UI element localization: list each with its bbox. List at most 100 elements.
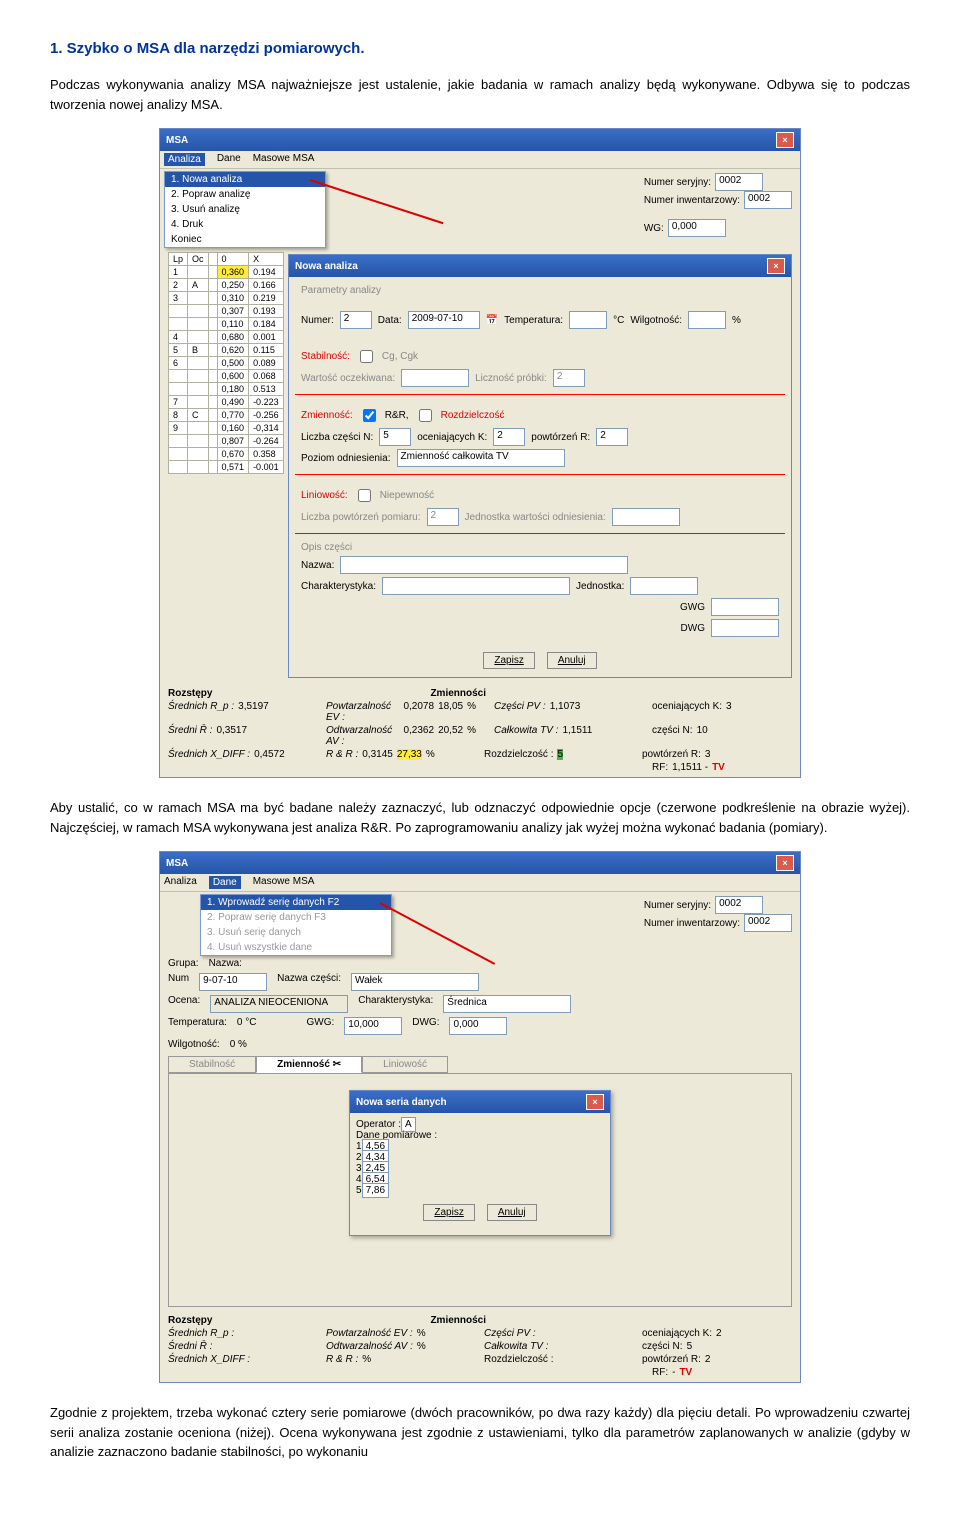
val-numdate: 9-07-10 <box>199 973 267 991</box>
label-jed: Jednostka: <box>576 581 624 592</box>
input-licz[interactable]: 2 <box>553 369 585 387</box>
input-numer[interactable]: 2 <box>340 311 372 329</box>
cb-lin[interactable] <box>358 489 371 502</box>
label-lcz: Liczba części N: <box>301 432 373 443</box>
tab-lin[interactable]: Liniowość <box>362 1056 448 1073</box>
val-numser: 0002 <box>715 173 763 191</box>
nowa-analiza-dialog: Nowa analiza × Parametry analizy Numer: 2… <box>288 254 792 678</box>
zapisz-button[interactable]: Zapisz <box>423 1204 474 1221</box>
label-nazwa: Nazwa: <box>209 958 242 969</box>
label-numser: Numer seryjny: <box>644 900 711 911</box>
label-gwg: GWG: <box>306 1017 334 1035</box>
tab-zm[interactable]: Zmienność ✂ <box>256 1056 362 1073</box>
input-naz[interactable] <box>340 556 628 574</box>
close-icon[interactable]: × <box>776 855 794 871</box>
menu-nowa-analiza[interactable]: 1. Nowa analiza <box>165 172 325 187</box>
label-dwg: DWG <box>681 623 705 634</box>
zapisz-button[interactable]: Zapisz <box>483 652 534 669</box>
label-numer: Numer: <box>301 315 334 326</box>
menu-dane[interactable]: Dane <box>217 153 241 166</box>
label-grupa: Grupa: <box>168 958 199 969</box>
val-ocena: ANALIZA NIEOCENIONA <box>210 995 348 1013</box>
label-jw: Jednostka wartości odniesienia: <box>465 512 606 523</box>
scissors-icon: ✂ <box>333 1059 341 1070</box>
input-poz[interactable]: Zmienność całkowita TV <box>397 449 565 467</box>
label-temp: Temperatura: <box>168 1017 227 1035</box>
label-wg: WG: <box>644 223 664 234</box>
menu-wprowadz[interactable]: 1. Wprowadź serię danych F2 <box>201 895 391 910</box>
heading: 1. Szybko o MSA dla narzędzi pomiarowych… <box>50 40 910 57</box>
input-jed[interactable] <box>630 577 698 595</box>
input-lcz[interactable]: 5 <box>379 428 411 446</box>
menu-masowe[interactable]: Masowe MSA <box>253 876 315 889</box>
input-wilg[interactable] <box>688 311 726 329</box>
anuluj-button[interactable]: Anuluj <box>487 1204 537 1221</box>
menu-usun[interactable]: 3. Usuń analizę <box>165 202 325 217</box>
menu-analiza[interactable]: Analiza <box>164 876 197 889</box>
menu-usun-ws[interactable]: 4. Usuń wszystkie dane <box>201 940 391 955</box>
val-numser: 0002 <box>715 896 763 914</box>
titlebar: MSA × <box>160 129 800 151</box>
para1: Podczas wykonywania analizy MSA najważni… <box>50 75 910 114</box>
val-wilg: 0 % <box>230 1039 247 1050</box>
input-temp[interactable] <box>569 311 607 329</box>
label-numinw: Numer inwentarzowy: <box>644 918 740 929</box>
label-char: Charakterystyka: <box>358 995 433 1013</box>
input-lp[interactable]: 2 <box>427 508 459 526</box>
tab-stab[interactable]: Stabilność <box>168 1056 256 1073</box>
close-icon[interactable]: × <box>776 132 794 148</box>
menu-popraw-serie[interactable]: 2. Popraw serię danych F3 <box>201 910 391 925</box>
nowa-seria-dialog: Nowa seria danych × Operator :A Dane pom… <box>349 1090 611 1236</box>
label-naz: Nazwa: <box>301 560 334 571</box>
calendar-icon[interactable]: 📅 <box>486 315 498 326</box>
cb-rr[interactable] <box>363 409 376 422</box>
close-icon[interactable]: × <box>586 1094 604 1110</box>
window-title: MSA <box>166 858 188 869</box>
label-lp: Liczba powtórzeń pomiaru: <box>301 512 421 523</box>
para3: Zgodnie z projektem, trzeba wykonać czte… <box>50 1403 910 1462</box>
menu-analiza[interactable]: Analiza <box>164 153 205 166</box>
input-ock[interactable]: 2 <box>493 428 525 446</box>
msa-window-2: MSA × Analiza Dane Masowe MSA 1. Wprowad… <box>159 851 801 1383</box>
label-char: Charakterystyka: <box>301 581 376 592</box>
menu-popraw[interactable]: 2. Popraw analizę <box>165 187 325 202</box>
anuluj-button[interactable]: Anuluj <box>547 652 597 669</box>
label-temp: Temperatura: <box>504 315 563 326</box>
label-nazcz: Nazwa części: <box>277 973 341 991</box>
menu-druk[interactable]: 4. Druk <box>165 217 325 232</box>
summary-2: RozstępyZmienności Średnich R_p : Powtar… <box>168 1315 792 1378</box>
menu-dane[interactable]: Dane <box>209 876 241 889</box>
input-wart[interactable] <box>401 369 469 387</box>
input-data[interactable]: 2009-07-10 <box>408 311 480 329</box>
cb-rozdz[interactable] <box>419 409 432 422</box>
input-dwg[interactable] <box>711 619 779 637</box>
dialog-title: Nowa analiza <box>295 261 358 272</box>
menu-usun-serie[interactable]: 3. Usuń serię danych <box>201 925 391 940</box>
cb-stab-label: Cg, Cgk <box>382 351 418 362</box>
tab-row: Stabilność Zmienność ✂ Liniowość <box>168 1056 792 1073</box>
label-dwg: DWG: <box>412 1017 439 1035</box>
label-zm: Zmienność: <box>301 410 353 421</box>
label-poz: Poziom odniesienia: <box>301 453 391 464</box>
val-wg: 0,000 <box>668 219 726 237</box>
label-wilg: Wilgotność: <box>168 1039 220 1050</box>
cb-rozdz-label: Rozdzielczość <box>441 410 505 421</box>
menu-koniec[interactable]: Koniec <box>165 232 325 247</box>
input-char[interactable] <box>382 577 570 595</box>
input-pwr[interactable]: 2 <box>596 428 628 446</box>
label-ock: oceniających K: <box>417 432 487 443</box>
label-num: Num <box>168 973 189 991</box>
window-title: MSA <box>166 135 188 146</box>
val-gwg: 10,000 <box>344 1017 402 1035</box>
cb-stab[interactable] <box>360 350 373 363</box>
menu-masowe[interactable]: Masowe MSA <box>253 153 315 166</box>
val-temp: 0 °C <box>237 1017 257 1035</box>
msa-window-1: MSA × Analiza Dane Masowe MSA 1. Nowa an… <box>159 128 801 778</box>
close-icon[interactable]: × <box>767 258 785 274</box>
section-param: Parametry analizy <box>295 281 785 300</box>
input-gwg[interactable] <box>711 598 779 616</box>
data-table: LpOc0X10,3600.1942A0,2500.16630,3100.219… <box>168 252 284 474</box>
label-operator: Operator : <box>356 1119 401 1130</box>
input-jw[interactable] <box>612 508 680 526</box>
para2: Aby ustalić, co w ramach MSA ma być bada… <box>50 798 910 837</box>
